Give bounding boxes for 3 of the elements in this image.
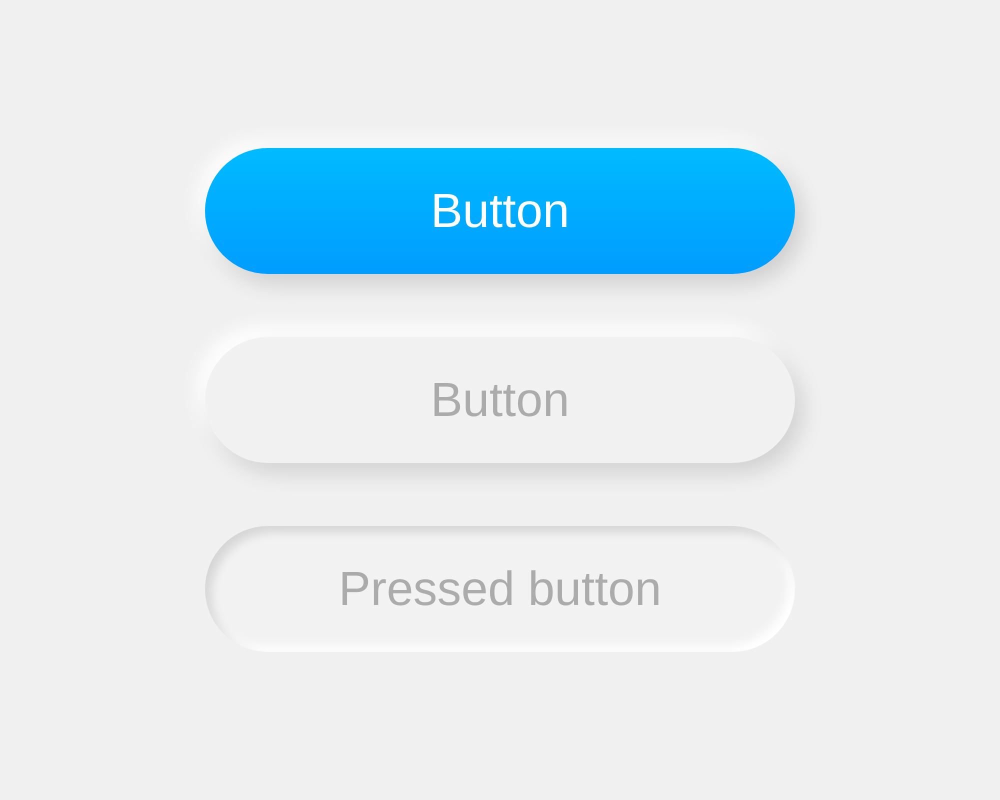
pressed-button[interactable]: Pressed button bbox=[205, 526, 795, 652]
primary-button[interactable]: Button bbox=[205, 148, 795, 274]
raised-button[interactable]: Button bbox=[205, 337, 795, 463]
